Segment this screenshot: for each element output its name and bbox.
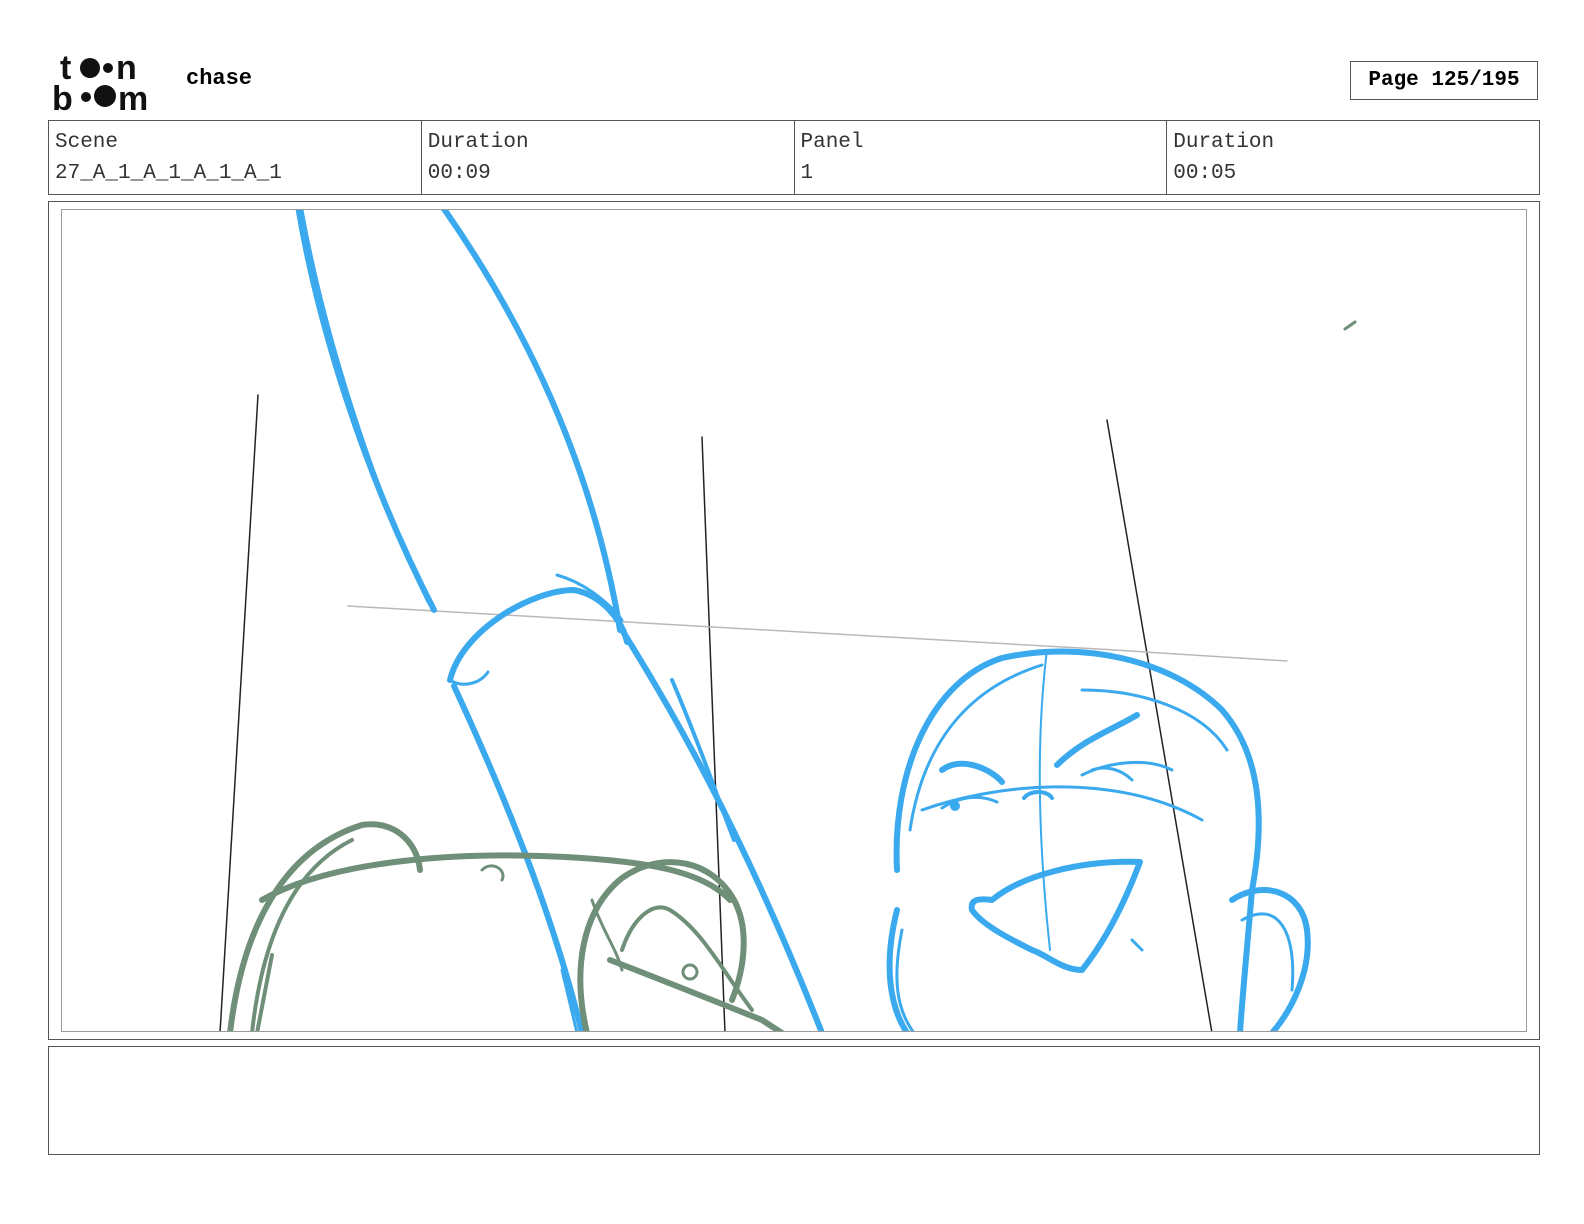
- page-indicator-label: Page 125/195: [1368, 69, 1520, 92]
- panel-label: Panel: [800, 131, 864, 154]
- scene-duration-value: 00:09: [427, 162, 491, 185]
- panel-camera-frame: [61, 209, 1527, 1032]
- project-title: chase: [186, 66, 253, 91]
- svg-text:b: b: [52, 80, 73, 112]
- scene-duration-cell: Duration 00:09: [422, 121, 795, 194]
- panel-value: 1: [800, 162, 814, 185]
- scene-cell: Scene 27_A_1_A_1_A_1_A_1: [49, 121, 422, 194]
- svg-text:m: m: [118, 80, 148, 112]
- panel-duration-value: 00:05: [1173, 162, 1237, 185]
- panel-sketch-drawing: [219, 210, 1357, 1031]
- panel-duration-label: Duration: [1173, 131, 1275, 154]
- storyboard-panel: [48, 201, 1540, 1040]
- scene-label: Scene: [55, 131, 119, 154]
- panel-cell: Panel 1: [795, 121, 1168, 194]
- scene-value: 27_A_1_A_1_A_1_A_1: [55, 162, 282, 185]
- scene-duration-label: Duration: [427, 131, 529, 154]
- panel-duration-cell: Duration 00:05: [1167, 121, 1539, 194]
- page-indicator: Page 125/195: [1350, 61, 1538, 100]
- scene-info-table: Scene 27_A_1_A_1_A_1_A_1 Duration 00:09 …: [48, 120, 1540, 195]
- toon-boom-logo: t n b m: [52, 50, 148, 112]
- panel-notes-box: [48, 1046, 1540, 1155]
